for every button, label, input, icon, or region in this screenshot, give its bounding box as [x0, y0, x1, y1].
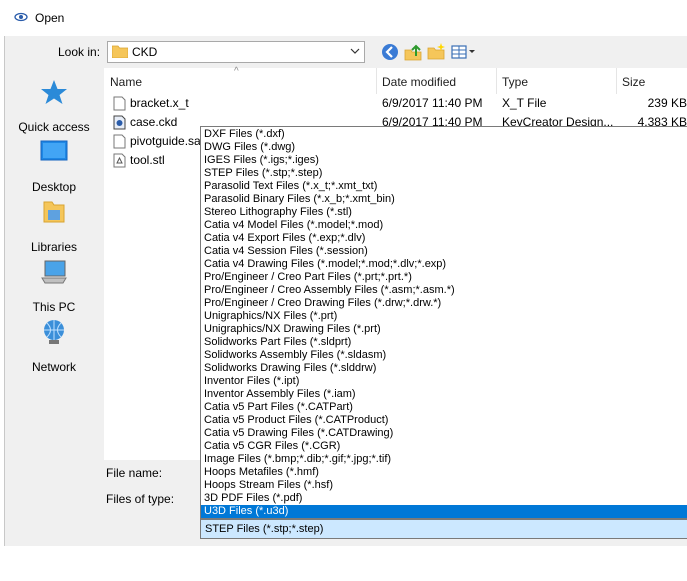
file-size: 239 KB	[647, 96, 687, 110]
view-menu-icon[interactable]	[450, 42, 476, 62]
file-type-option[interactable]: Unigraphics/NX Drawing Files (*.prt)	[201, 323, 687, 336]
nav-libraries[interactable]: Libraries	[5, 198, 103, 254]
eye-icon	[14, 12, 28, 22]
file-type-option[interactable]: Pro/Engineer / Creo Part Files (*.prt;*.…	[201, 271, 687, 284]
file-type-option[interactable]: Pro/Engineer / Creo Assembly Files (*.as…	[201, 284, 687, 297]
look-in-combo[interactable]: CKD	[107, 41, 365, 63]
nav-desktop[interactable]: Desktop	[5, 138, 103, 194]
title-bar: Open	[0, 0, 687, 36]
file-type-dropdown-list[interactable]: DXF Files (*.dxf) DWG Files (*.dwg) IGES F…	[200, 126, 687, 519]
file-type-option[interactable]: Catia v4 Drawing Files (*.model;*.mod;*.…	[201, 258, 687, 271]
nav-label: Network	[31, 360, 76, 374]
file-type-option[interactable]: STEP Files (*.stp;*.step)	[201, 167, 687, 180]
file-type-option[interactable]: IGES Files (*.igs;*.iges)	[201, 154, 687, 167]
files-of-type-value: STEP Files (*.stp;*.step)	[205, 523, 324, 535]
file-type-option[interactable]: Parasolid Text Files (*.x_t;*.xmt_txt)	[201, 180, 687, 193]
file-type: X_T File	[502, 96, 547, 110]
stl-file-icon	[113, 153, 126, 168]
file-type-option[interactable]: Catia v5 Product Files (*.CATProduct)	[201, 414, 687, 427]
file-type-option[interactable]: Catia v5 Part Files (*.CATPart)	[201, 401, 687, 414]
nav-label: Desktop	[31, 180, 77, 194]
file-type-option[interactable]: Catia v5 CGR Files (*.CGR)	[201, 440, 687, 453]
file-type-option[interactable]: Catia v4 Model Files (*.model;*.mod)	[201, 219, 687, 232]
file-type-option[interactable]: Catia v5 Drawing Files (*.CATDrawing)	[201, 427, 687, 440]
file-name: tool.stl	[130, 153, 165, 167]
bottom-strip	[4, 546, 687, 581]
file-row[interactable]: bracket.x_t 6/9/2017 11:40 PM X_T File 2…	[104, 94, 687, 113]
nav-label: This PC	[32, 300, 76, 314]
nav-this-pc[interactable]: This PC	[5, 258, 103, 314]
window-title: Open	[35, 11, 65, 25]
nav-label: Libraries	[30, 240, 78, 254]
file-type-option[interactable]: Catia v4 Export Files (*.exp;*.dlv)	[201, 232, 687, 245]
up-folder-icon[interactable]	[403, 42, 423, 62]
places-bar: Quick access Desktop Libraries This PC N…	[5, 68, 103, 460]
chevron-down-icon	[350, 48, 360, 54]
file-type-option[interactable]: Solidworks Assembly Files (*.sldasm)	[201, 349, 687, 362]
file-type-option[interactable]: Pro/Engineer / Creo Drawing Files (*.drw…	[201, 297, 687, 310]
column-header-name[interactable]: Name	[104, 68, 376, 94]
file-type-option[interactable]: Unigraphics/NX Files (*.prt)	[201, 310, 687, 323]
star-icon	[41, 80, 67, 104]
desktop-icon	[40, 140, 68, 161]
nav-quick-access[interactable]: Quick access	[5, 78, 103, 134]
document-icon	[113, 96, 126, 111]
file-type-option[interactable]: 3D PDF Files (*.pdf)	[201, 492, 687, 505]
file-type-option[interactable]: Image Files (*.bmp;*.dib;*.gif;*.jpg;*.t…	[201, 453, 687, 466]
network-icon	[44, 320, 64, 344]
look-in-value: CKD	[132, 45, 158, 59]
file-name-label: File name:	[106, 466, 163, 480]
nav-network[interactable]: Network	[5, 318, 103, 374]
file-type-option[interactable]: DWG Files (*.dwg)	[201, 141, 687, 154]
folder-icon	[112, 45, 128, 58]
file-type-option[interactable]: Stereo Lithography Files (*.stl)	[201, 206, 687, 219]
file-type-option[interactable]: DXF Files (*.dxf)	[201, 128, 687, 141]
file-type-option[interactable]: Hoops Stream Files (*.hsf)	[201, 479, 687, 492]
look-in-label: Look in:	[58, 45, 101, 59]
file-type-option[interactable]: Hoops Metafiles (*.hmf)	[201, 466, 687, 479]
file-type-option[interactable]: Parasolid Binary Files (*.x_b;*.xmt_bin)	[201, 193, 687, 206]
libraries-icon	[43, 201, 65, 223]
file-type-option[interactable]: Inventor Files (*.ipt)	[201, 375, 687, 388]
file-type-option[interactable]: Solidworks Drawing Files (*.slddrw)	[201, 362, 687, 375]
file-type-option[interactable]: Solidworks Part Files (*.sldprt)	[201, 336, 687, 349]
file-name: case.ckd	[130, 115, 178, 129]
column-header-size[interactable]: Size	[616, 68, 687, 94]
file-type-option[interactable]: Inventor Assembly Files (*.iam)	[201, 388, 687, 401]
files-of-type-label: Files of type:	[106, 492, 175, 506]
document-icon	[113, 134, 126, 149]
file-name: bracket.x_t	[130, 96, 189, 110]
back-icon[interactable]	[380, 42, 400, 62]
ckd-file-icon	[113, 115, 126, 130]
column-header-type[interactable]: Type	[496, 68, 616, 94]
file-type-option[interactable]: U3D Files (*.u3d)	[201, 505, 687, 518]
file-date: 6/9/2017 11:40 PM	[382, 96, 483, 110]
file-type-option[interactable]: Catia v4 Session Files (*.session)	[201, 245, 687, 258]
column-header-date[interactable]: Date modified	[376, 68, 496, 94]
computer-icon	[41, 260, 67, 284]
files-of-type-combo[interactable]: STEP Files (*.stp;*.step)	[200, 519, 687, 539]
file-name: pivotguide.sat	[130, 134, 205, 148]
new-folder-icon[interactable]	[426, 42, 446, 62]
nav-label: Quick access	[18, 120, 90, 134]
